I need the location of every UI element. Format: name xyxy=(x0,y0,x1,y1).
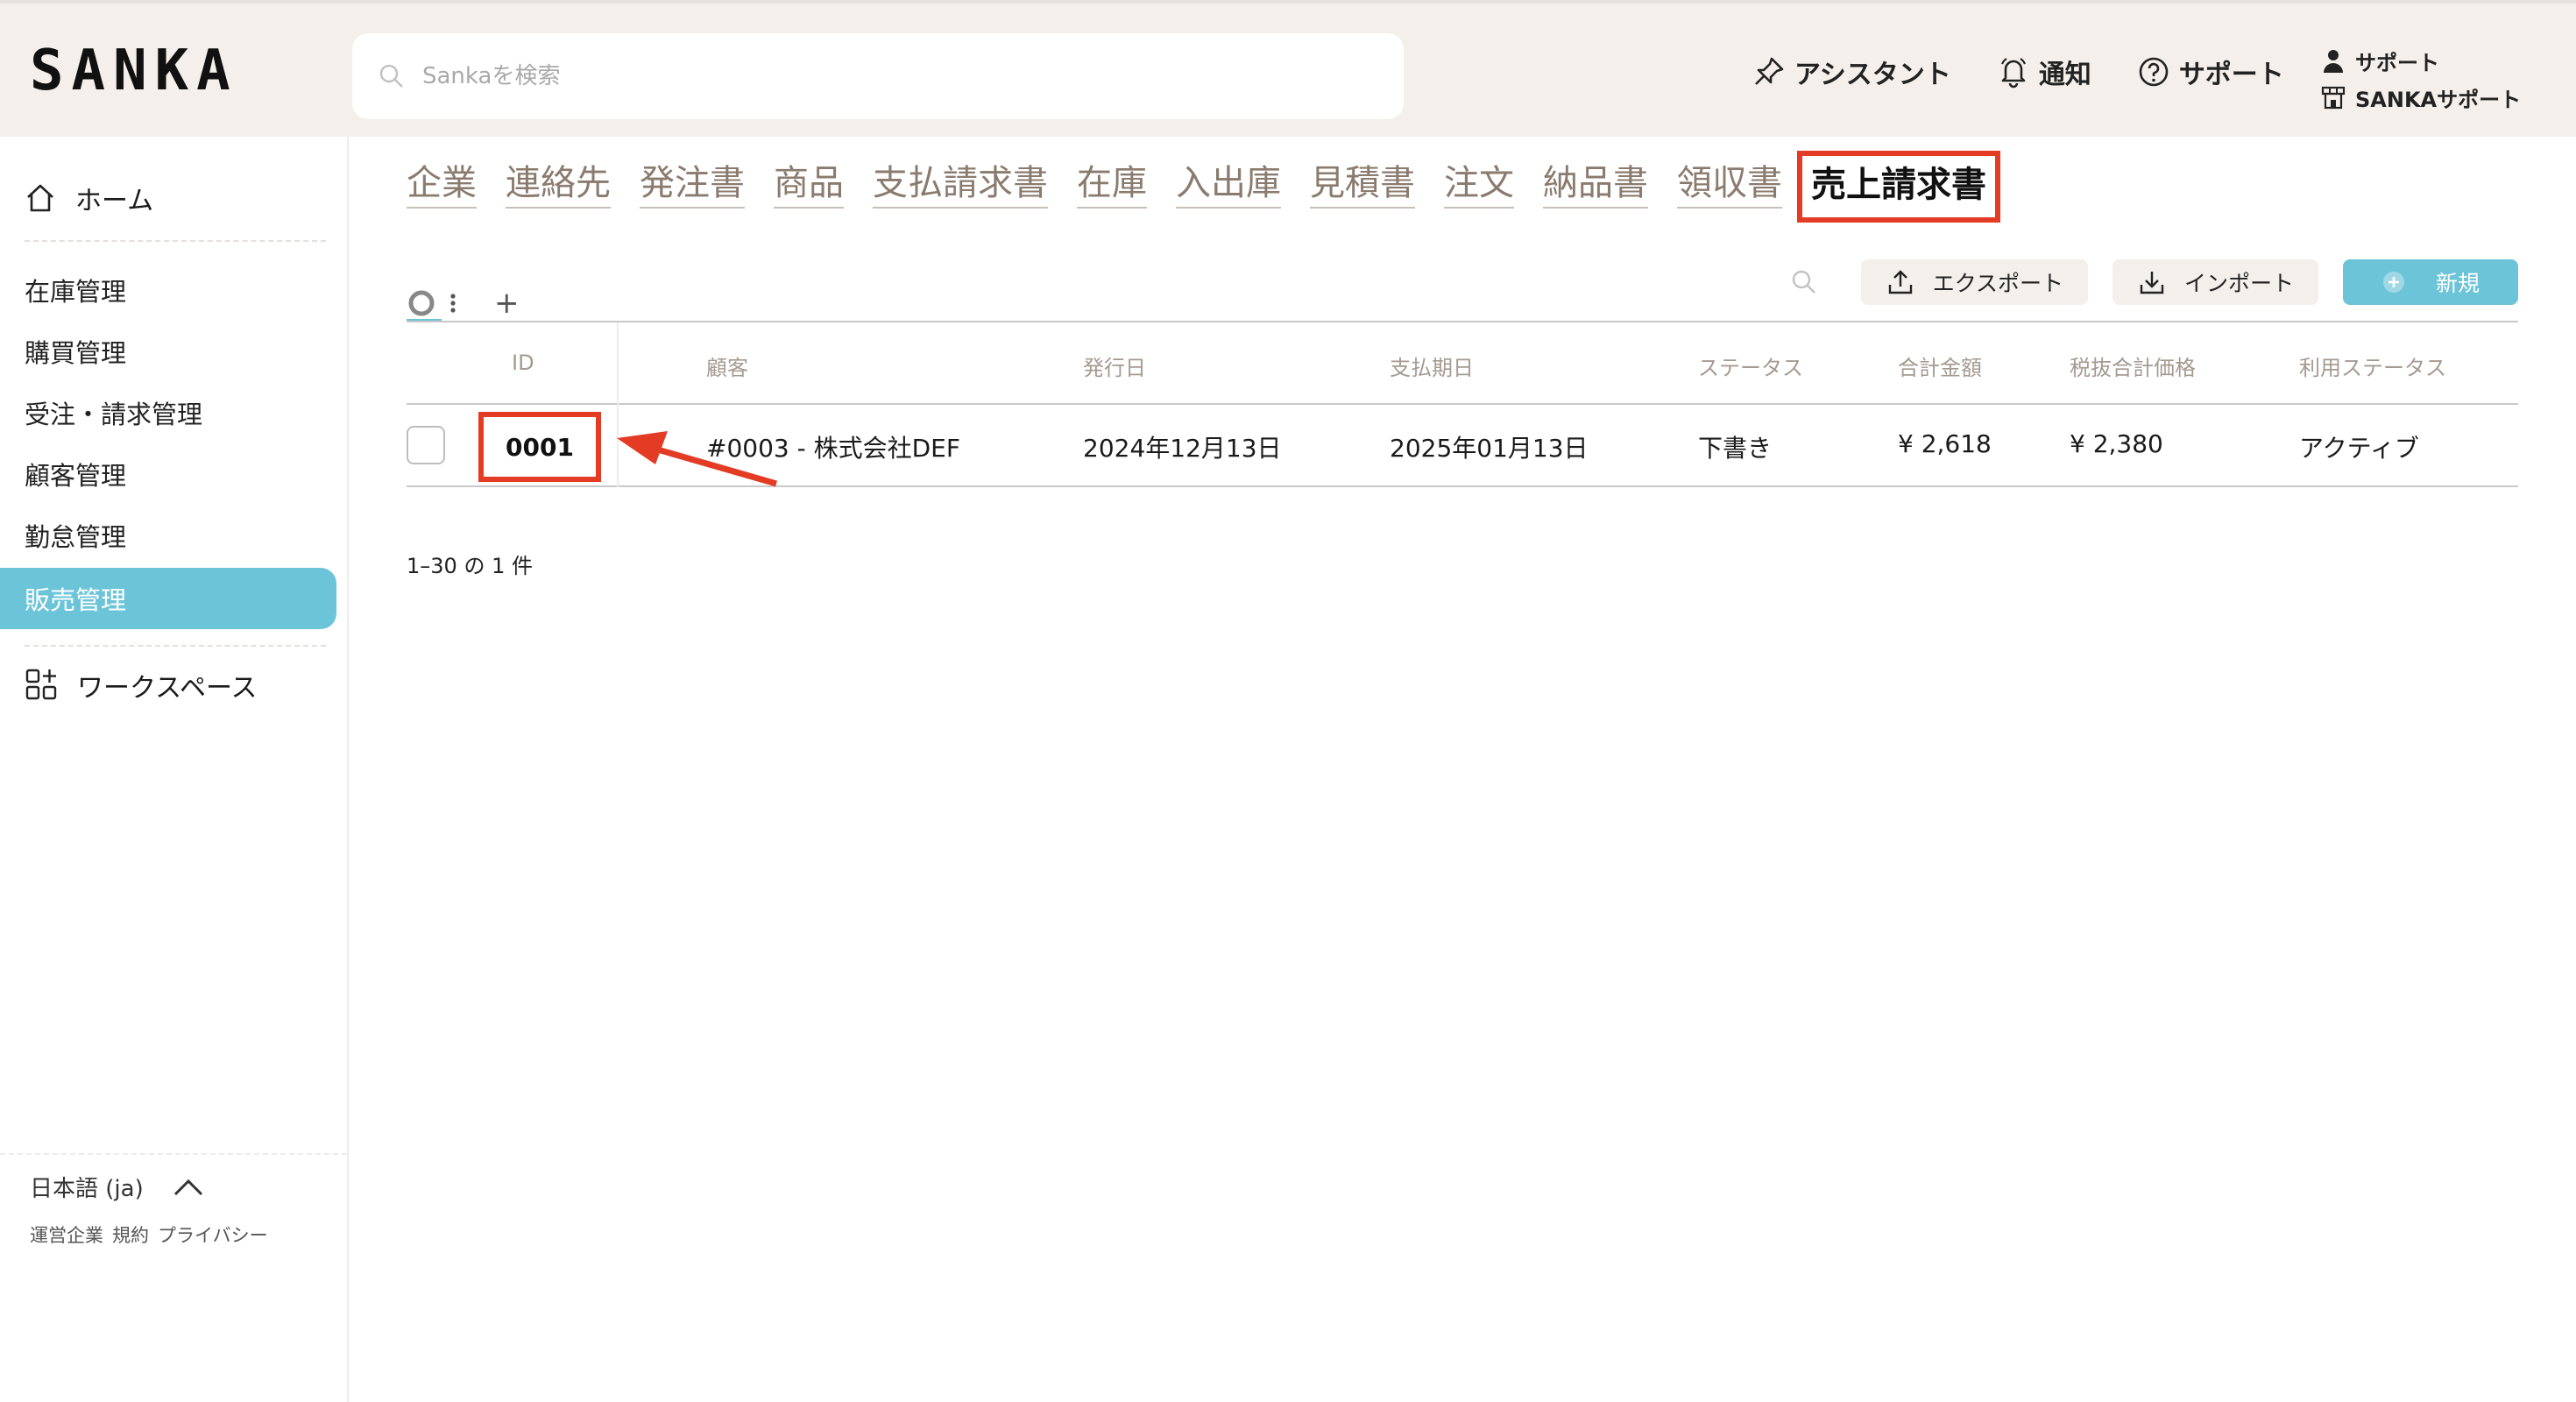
tab-contacts[interactable]: 連絡先 xyxy=(506,163,611,209)
sidebar-item-label: 勤怠管理 xyxy=(25,522,127,552)
tab-stock-transactions[interactable]: 入出庫 xyxy=(1176,163,1281,209)
row-checkbox[interactable] xyxy=(407,426,445,464)
sidebar-item-label: 受注・請求管理 xyxy=(25,400,203,429)
column-header-due-date[interactable]: 支払期日 xyxy=(1390,350,1474,381)
assistant-label: アシスタント xyxy=(1794,60,1951,90)
sidebar-home-label: ホーム xyxy=(75,186,154,216)
sidebar: ホーム 在庫管理 購買管理 受注・請求管理 顧客管理 勤怠管理 販売管理 ワーク… xyxy=(0,137,349,1402)
user-icon xyxy=(2324,50,2343,73)
search-input[interactable] xyxy=(421,62,1300,90)
action-toolbar: エクスポート インポート 新規 xyxy=(1789,259,2518,305)
sidebar-footer-divider xyxy=(0,1153,347,1155)
cell-subtotal: ¥ 2,380 xyxy=(2070,429,2163,458)
column-header-usage-status[interactable]: 利用ステータス xyxy=(2299,350,2446,381)
top-header: SANKA アシスタント 通知 xyxy=(0,0,2576,137)
download-icon xyxy=(2140,272,2164,294)
import-button[interactable]: インポート xyxy=(2112,259,2318,305)
footer-link-terms[interactable]: 規約 xyxy=(112,1225,149,1246)
tab-inventory[interactable]: 在庫 xyxy=(1077,163,1147,209)
language-label: 日本語 (ja) xyxy=(30,1176,144,1202)
column-header-total[interactable]: 合計金額 xyxy=(1898,350,1982,381)
import-label: インポート xyxy=(2183,271,2294,296)
assistant-button[interactable]: アシスタント xyxy=(1752,53,1951,91)
cell-customer[interactable]: #0003 - 株式会社DEF xyxy=(706,429,960,464)
object-tabs: 企業 連絡先 発注書 商品 支払請求書 在庫 入出庫 見積書 注文 納品書 領収… xyxy=(407,151,2015,223)
sidebar-item-orders-billing[interactable]: 受注・請求管理 xyxy=(0,382,336,443)
export-button[interactable]: エクスポート xyxy=(1860,259,2088,305)
sidebar-item-sales[interactable]: 販売管理 xyxy=(0,568,336,629)
home-icon xyxy=(27,184,53,212)
chevron-up-icon xyxy=(173,1179,202,1195)
tab-delivery-slips[interactable]: 納品書 xyxy=(1543,163,1648,209)
support-button[interactable]: サポート xyxy=(2137,53,2284,91)
footer-links: 運営企業 規約 プライバシー xyxy=(30,1221,277,1248)
sidebar-item-inventory[interactable]: 在庫管理 xyxy=(0,259,336,321)
sidebar-workspace-label: ワークスペース xyxy=(77,673,258,704)
record-id-link[interactable]: 0001 xyxy=(478,412,601,482)
tab-orders[interactable]: 注文 xyxy=(1444,163,1514,209)
sidebar-item-customers[interactable]: 顧客管理 xyxy=(0,443,336,505)
notification-button[interactable]: 通知 xyxy=(1997,53,2091,91)
footer-link-privacy[interactable]: プライバシー xyxy=(158,1225,268,1246)
support-label: サポート xyxy=(2178,60,2284,90)
footer-link-company[interactable]: 運営企業 xyxy=(30,1225,103,1246)
tab-companies[interactable]: 企業 xyxy=(407,163,477,209)
tab-bills[interactable]: 支払請求書 xyxy=(873,163,1048,209)
bell-icon xyxy=(2000,58,2026,89)
search-icon[interactable] xyxy=(1789,267,1819,297)
search-bar[interactable] xyxy=(352,33,1404,119)
user-menu[interactable]: サポート SANKAサポート xyxy=(2320,42,2521,116)
notification-label: 通知 xyxy=(2038,60,2091,90)
tab-receipts[interactable]: 領収書 xyxy=(1677,163,1782,209)
help-circle-icon xyxy=(2139,57,2169,87)
tab-purchase-orders[interactable]: 発注書 xyxy=(640,163,745,209)
sidebar-item-label: 顧客管理 xyxy=(25,461,127,491)
app-logo[interactable]: SANKA xyxy=(30,39,238,103)
new-record-button[interactable]: 新規 xyxy=(2343,259,2518,305)
sidebar-divider xyxy=(25,645,326,647)
sidebar-item-label: 購買管理 xyxy=(25,338,127,368)
column-header-subtotal[interactable]: 税抜合計価格 xyxy=(2070,350,2196,381)
more-vertical-icon[interactable] xyxy=(442,288,464,318)
pin-icon xyxy=(1755,57,1784,85)
cell-status: 下書き xyxy=(1698,434,1773,463)
cell-total: ¥ 2,618 xyxy=(1898,429,1992,458)
search-icon xyxy=(379,64,403,88)
column-header-id[interactable]: ID xyxy=(512,350,534,375)
pagination-summary: 1–30 の 1 件 xyxy=(407,554,533,578)
workspace-row: SANKAサポート xyxy=(2320,79,2521,116)
view-toolbar: + xyxy=(407,286,520,321)
sidebar-item-label: 在庫管理 xyxy=(25,277,127,307)
table-top-border xyxy=(407,321,2518,322)
grid-plus-icon xyxy=(25,669,57,700)
cell-usage-status: アクティブ xyxy=(2299,434,2419,463)
column-header-customer[interactable]: 顧客 xyxy=(706,350,748,381)
plus-circle-icon xyxy=(2382,272,2404,293)
new-record-label: 新規 xyxy=(2435,271,2480,296)
cell-due-date: 2025年01月13日 xyxy=(1390,434,1589,463)
sidebar-divider xyxy=(25,240,326,242)
tab-estimates[interactable]: 見積書 xyxy=(1310,163,1415,209)
export-label: エクスポート xyxy=(1932,271,2063,296)
sidebar-item-purchasing[interactable]: 購買管理 xyxy=(0,321,336,382)
upload-icon xyxy=(1888,270,1912,294)
user-name-row: サポート xyxy=(2320,42,2521,79)
language-selector[interactable]: 日本語 (ja) xyxy=(30,1171,205,1203)
column-header-status[interactable]: ステータス xyxy=(1698,350,1803,381)
sidebar-item-home[interactable]: ホーム xyxy=(25,179,153,217)
sidebar-item-workspace[interactable]: ワークスペース xyxy=(25,666,258,705)
sidebar-item-attendance[interactable]: 勤怠管理 xyxy=(0,505,336,566)
add-view-button[interactable]: + xyxy=(494,286,520,321)
user-name: サポート xyxy=(2355,50,2439,75)
header-nav: アシスタント 通知 サポート xyxy=(1752,4,2330,140)
tab-products[interactable]: 商品 xyxy=(774,163,844,209)
tab-sales-invoices[interactable]: 売上請求書 xyxy=(1797,151,2000,223)
sidebar-item-label: 販売管理 xyxy=(25,585,127,615)
column-header-issue-date[interactable]: 発行日 xyxy=(1083,350,1146,381)
table-header-border xyxy=(407,403,2518,405)
workspace-name: SANKAサポート xyxy=(2355,87,2522,112)
view-circle-icon[interactable] xyxy=(407,288,436,318)
storefront-icon xyxy=(2321,86,2346,110)
cell-issue-date: 2024年12月13日 xyxy=(1083,434,1282,463)
